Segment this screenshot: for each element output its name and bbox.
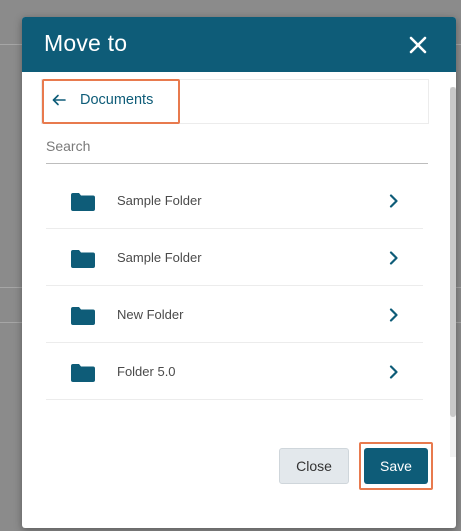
chevron-right-icon[interactable]	[389, 194, 399, 208]
breadcrumb-label: Documents	[80, 92, 154, 108]
search-input[interactable]	[46, 133, 428, 164]
list-item[interactable]: Sample Folder	[46, 229, 423, 286]
backdrop-divider	[0, 322, 22, 323]
list-item[interactable]: Sample Folder	[46, 172, 423, 229]
folder-name: Folder 5.0	[117, 364, 176, 379]
chevron-right-icon[interactable]	[389, 365, 399, 379]
folder-list: Sample Folder Sample Folder New Folder F…	[46, 172, 423, 400]
list-item[interactable]: New Folder	[46, 286, 423, 343]
folder-icon	[71, 193, 95, 211]
backdrop-divider	[0, 287, 22, 288]
folder-name: New Folder	[117, 307, 184, 322]
folder-name: Sample Folder	[117, 250, 202, 265]
arrow-left-icon	[52, 93, 66, 107]
back-to-documents-button[interactable]: Documents	[52, 92, 153, 108]
folder-icon	[71, 307, 95, 325]
scrollbar-thumb[interactable]	[450, 87, 456, 417]
folder-icon	[71, 250, 95, 268]
dialog-header: Move to	[22, 17, 456, 72]
folder-icon	[71, 364, 95, 382]
move-to-dialog: Move to Documents Sample Folder	[22, 17, 456, 528]
folder-name: Sample Folder	[117, 193, 202, 208]
close-button[interactable]: Close	[279, 448, 349, 484]
list-item[interactable]: Folder 5.0	[46, 343, 423, 400]
backdrop-divider	[0, 44, 22, 45]
save-button[interactable]: Save	[364, 448, 428, 484]
chevron-right-icon[interactable]	[389, 251, 399, 265]
dialog-title: Move to	[44, 30, 128, 56]
chevron-right-icon[interactable]	[389, 308, 399, 322]
close-icon[interactable]	[408, 35, 428, 55]
